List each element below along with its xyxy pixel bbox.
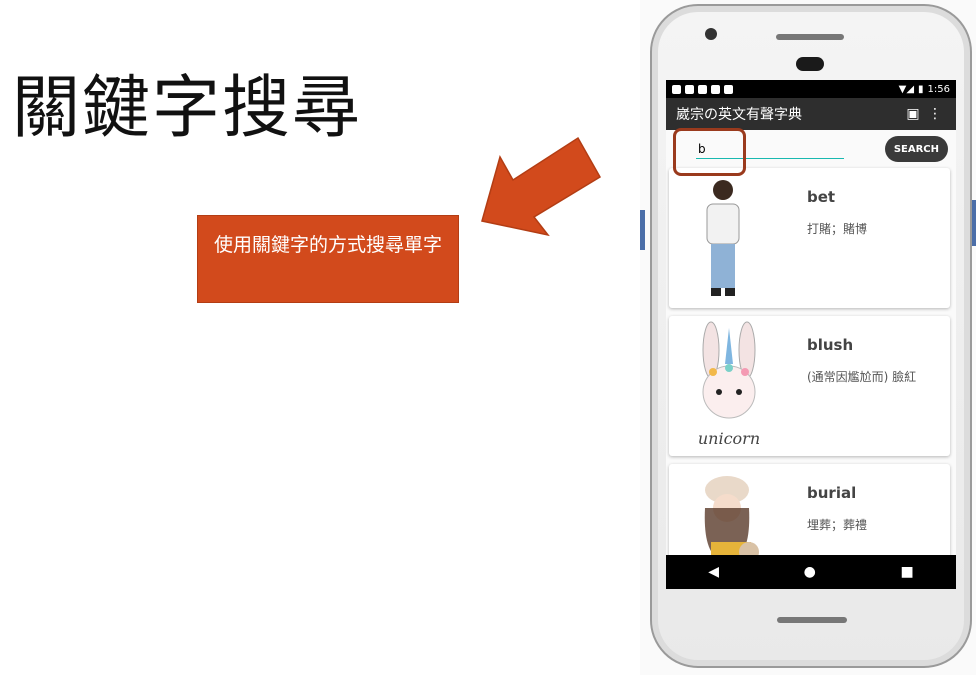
result-meaning: 打賭；賭博	[807, 222, 868, 236]
result-meaning: (通常因尷尬而) 臉紅	[807, 370, 917, 384]
result-word: blush	[807, 336, 854, 354]
result-word: bet	[807, 188, 836, 206]
recents-icon[interactable]: ■	[900, 564, 913, 580]
result-card[interactable]: bet 打賭；賭博	[669, 168, 950, 308]
battery-icon: ▮	[918, 83, 924, 95]
result-meaning: 埋葬；葬禮	[807, 518, 868, 532]
app-bar: 崴宗の英文有聲字典 ▣ ⋮	[666, 98, 956, 130]
slide-title: 關鍵字搜尋	[12, 69, 363, 148]
system-status: ▼◢ ▮ 1:56	[899, 84, 950, 95]
notification-icons	[672, 84, 733, 94]
result-word: burial	[807, 484, 857, 502]
more-vert-icon[interactable]: ⋮	[924, 106, 946, 122]
clock: 1:56	[927, 83, 950, 95]
search-highlight-box	[673, 128, 746, 176]
nav-bar: ◀ ● ■	[666, 555, 956, 589]
front-camera	[705, 28, 717, 40]
result-card[interactable]: unicorn blush (通常因尷尬而) 臉紅	[669, 316, 950, 456]
bottom-speaker	[777, 617, 847, 623]
unicorn-bunny-illustration: unicorn	[698, 321, 760, 448]
back-icon[interactable]: ◀	[708, 564, 719, 580]
pointer-arrow	[481, 136, 602, 237]
girl-illustration	[706, 180, 740, 296]
home-icon[interactable]: ●	[804, 564, 816, 580]
signal-icon: ▼◢	[898, 83, 915, 95]
unicorn-text: unicorn	[698, 429, 760, 448]
speaker-slot	[796, 57, 824, 71]
earpiece	[776, 34, 844, 40]
status-bar: ▼◢ ▮ 1:56	[666, 80, 956, 98]
search-button[interactable]: SEARCH	[884, 136, 948, 162]
app-title: 崴宗の英文有聲字典	[676, 107, 802, 123]
calendar-icon[interactable]: ▣	[902, 106, 924, 122]
callout-box: 使用關鍵字的方式搜尋單字	[197, 215, 459, 303]
